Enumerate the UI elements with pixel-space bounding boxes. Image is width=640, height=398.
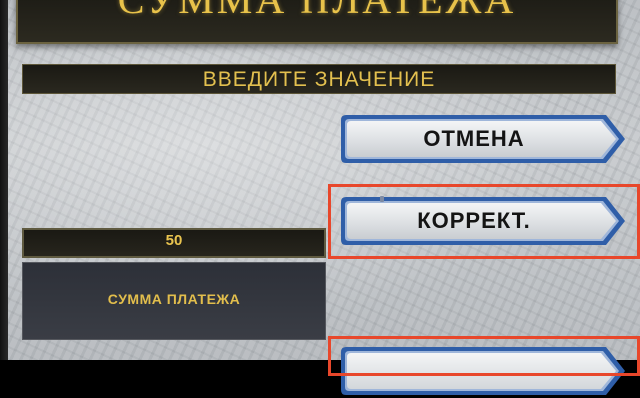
screen-bezel	[0, 0, 8, 360]
instruction-text: ВВЕДИТЕ ЗНАЧЕНИЕ	[202, 68, 436, 91]
correct-button-highlight	[328, 184, 640, 259]
cancel-button[interactable]: ОТМЕНА	[338, 112, 628, 166]
bottom-button-highlight	[328, 336, 640, 376]
amount-label-panel: СУММА ПЛАТЕЖА	[22, 262, 326, 340]
amount-input[interactable]: 50	[22, 228, 326, 258]
title-bar: СУММА ПЛАТЕЖА	[16, 0, 618, 44]
amount-value: 50	[165, 232, 183, 249]
instruction-bar: ВВЕДИТЕ ЗНАЧЕНИЕ	[22, 64, 616, 94]
amount-label: СУММА ПЛАТЕЖА	[107, 291, 241, 307]
pointer-cursor	[380, 196, 384, 202]
page-title: СУММА ПЛАТЕЖА	[18, 0, 616, 23]
cancel-button-label: ОТМЕНА	[423, 126, 525, 151]
